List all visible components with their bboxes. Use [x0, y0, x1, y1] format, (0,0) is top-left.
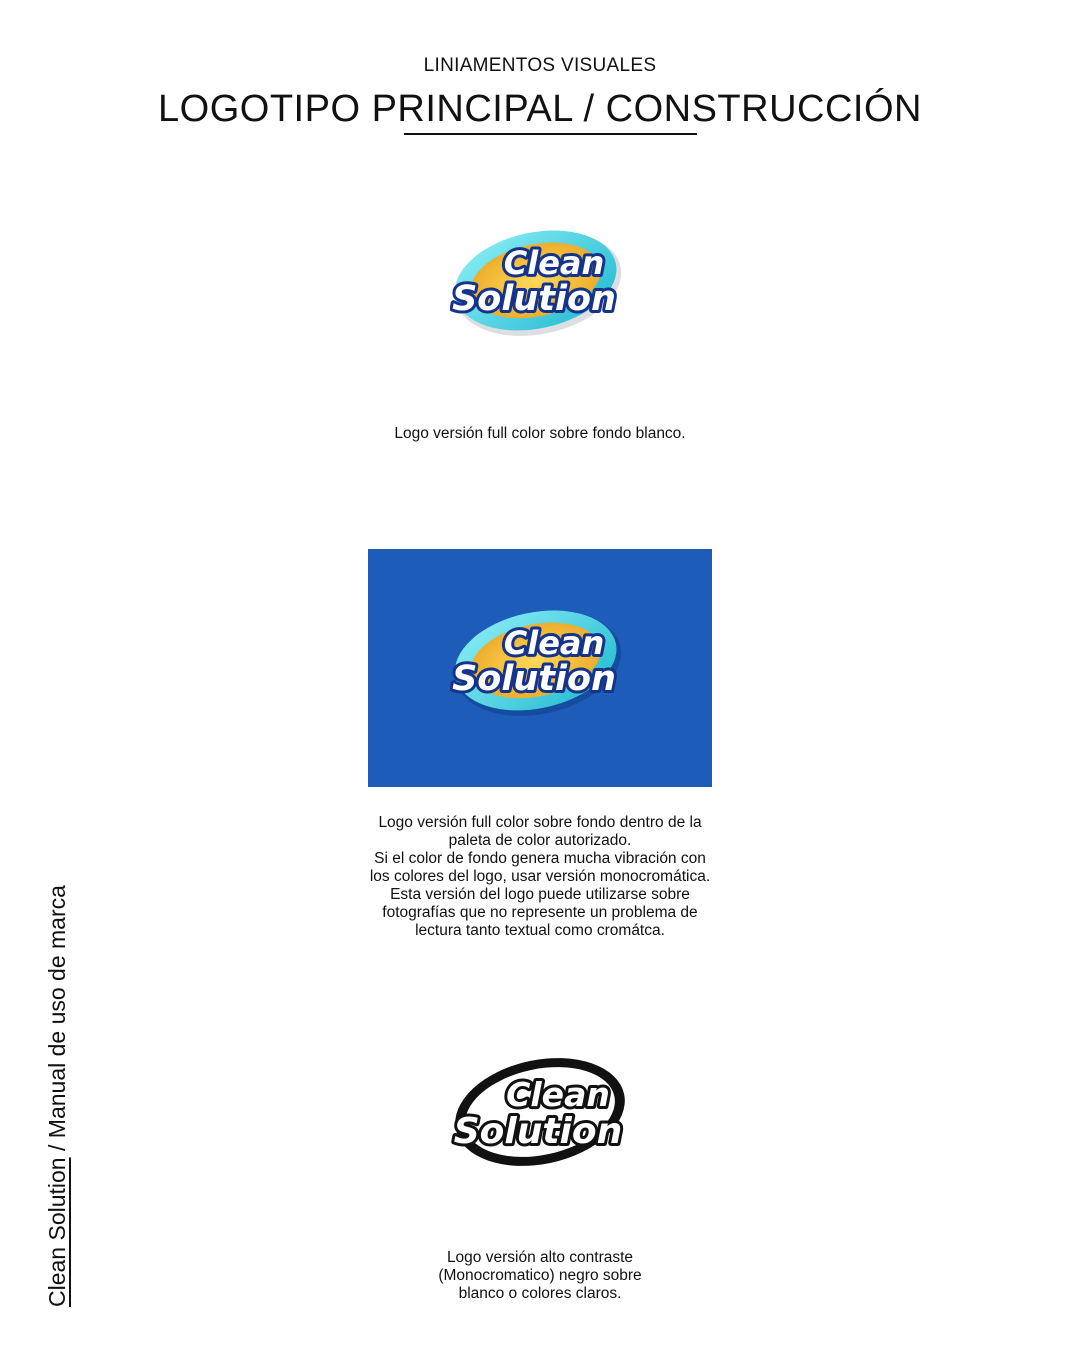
logo-full-color: Clean Solution [450, 222, 630, 342]
kicker-label: LINIAMENTOS VISUALES [423, 55, 657, 76]
side-label-brand: Clean Solution [44, 1157, 70, 1307]
svg-text:Clean: Clean [506, 1075, 610, 1114]
caption-monochrome: Logo versión alto contraste (Monocromati… [438, 1249, 642, 1302]
caption-full-color: Logo versión full color sobre fondo blan… [394, 425, 686, 442]
logo-on-blue: Clean Solution [450, 602, 630, 722]
logo-monochrome: Clean Solution [448, 1050, 638, 1175]
svg-text:Solution: Solution [452, 279, 616, 319]
side-label: Clean Solution / Manual de uso de marca [43, 885, 71, 1307]
title-underline [404, 133, 697, 135]
page-title: LOGOTIPO PRINCIPAL / CONSTRUCCIÓN [158, 88, 922, 130]
svg-text:Solution: Solution [452, 659, 616, 699]
svg-text:Clean: Clean [504, 624, 605, 662]
caption-on-blue: Logo versión full color sobre fondo dent… [369, 814, 711, 939]
side-label-manual: / Manual de uso de marca [44, 885, 70, 1158]
svg-text:Clean: Clean [504, 244, 605, 282]
svg-text:Solution: Solution [454, 1111, 623, 1152]
